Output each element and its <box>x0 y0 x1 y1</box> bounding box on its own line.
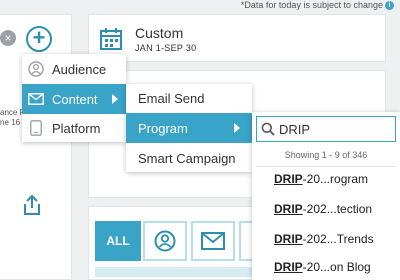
date-range-title: Custom <box>135 25 184 41</box>
menu-item-platform[interactable]: Platform <box>22 114 126 142</box>
search-result-item[interactable]: DRIP-20...on Blog <box>274 260 371 274</box>
calendar-icon <box>99 27 123 56</box>
search-input[interactable] <box>279 121 389 137</box>
audience-filter-button[interactable] <box>143 221 187 261</box>
result-count: Showing 1 - 9 of 346 <box>284 150 368 160</box>
close-icon[interactable]: × <box>0 30 16 46</box>
device-icon <box>30 120 42 139</box>
menu-item-smart-campaign[interactable]: Smart Campaign <box>126 144 252 172</box>
content-submenu: Email Send Program Smart Campaign <box>126 84 252 172</box>
person-circle-icon <box>154 230 176 252</box>
menu-item-email-send[interactable]: Email Send <box>126 84 252 112</box>
chevron-right-icon <box>234 123 240 133</box>
channel-filter-toolbar: ALL <box>88 206 263 280</box>
date-range-subtitle: JAN 1-SEP 30 <box>135 43 197 53</box>
menu-item-content[interactable]: Content <box>22 84 126 114</box>
search-result-item[interactable]: DRIP-202...Trends <box>274 232 374 246</box>
menu-item-audience[interactable]: Audience <box>22 54 126 84</box>
all-filter-button[interactable]: ALL <box>95 221 141 261</box>
date-range-selector[interactable]: Custom JAN 1-SEP 30 <box>88 14 386 62</box>
toolbar-bar <box>95 267 259 277</box>
data-disclaimer: *Data for today is subject to change i <box>241 0 394 10</box>
search-result-item[interactable]: DRIP-20...rogram <box>274 172 368 186</box>
envelope-icon <box>201 232 225 250</box>
envelope-icon <box>28 93 44 108</box>
share-icon[interactable] <box>20 194 44 221</box>
divider <box>256 166 396 167</box>
email-filter-button[interactable] <box>191 221 235 261</box>
chevron-right-icon <box>112 94 118 104</box>
person-icon <box>28 61 44 80</box>
add-menu: Audience Content Platform <box>22 54 126 142</box>
search-icon <box>261 122 275 141</box>
program-search-dropdown: Showing 1 - 9 of 346 DRIP-20...rogram DR… <box>252 112 400 280</box>
menu-item-program[interactable]: Program <box>126 113 252 143</box>
search-result-item[interactable]: DRIP-202...tection <box>274 202 372 216</box>
info-icon[interactable]: i <box>385 0 394 10</box>
search-box[interactable] <box>256 116 396 142</box>
add-button[interactable]: + <box>26 26 52 52</box>
